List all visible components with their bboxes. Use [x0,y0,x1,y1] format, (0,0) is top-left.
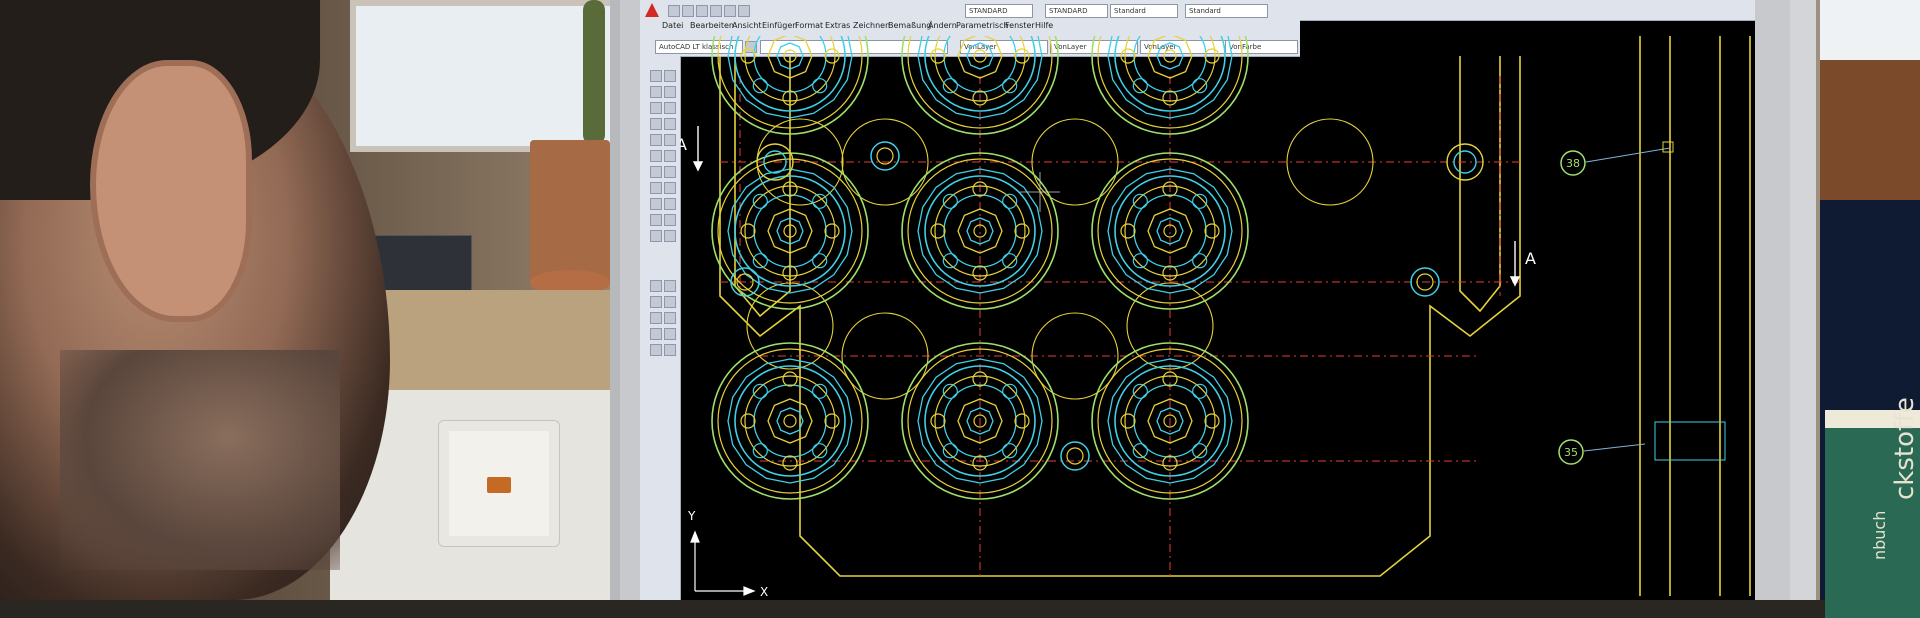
dim-diameter-icon[interactable] [650,328,662,340]
polyline-tool-icon[interactable] [650,86,662,98]
dim-linear-icon[interactable] [650,280,662,292]
explode-tool-icon[interactable] [664,312,676,324]
guide-pin-1 [870,141,900,171]
cad-drawing[interactable]: A A 38 35 Y X [680,36,1755,600]
flower-pot [530,140,610,290]
menu-hilfe[interactable]: Hilfe [1035,21,1053,30]
wooden-shelf [1820,60,1920,210]
open-file-icon[interactable] [682,5,694,17]
polygon-tool-icon[interactable] [650,102,662,114]
cavity-5 [901,152,1059,310]
section-label-right: A [1525,249,1536,268]
menu-fenster[interactable]: Fenster [1005,21,1035,30]
table-style-combo[interactable]: Standard [1110,4,1178,18]
ucs-y-label: Y [687,509,696,523]
offset-tool-icon[interactable] [664,118,676,130]
menu-bearbeiten[interactable]: Bearbeiten [690,21,734,30]
guide-pin-2 [1060,441,1090,471]
scale-tool-icon[interactable] [664,182,676,194]
move-tool-icon[interactable] [664,150,676,162]
plot-icon[interactable] [738,5,750,17]
ucs-icon [690,530,756,596]
copy-tool-icon[interactable] [664,86,676,98]
mtext-tool-icon[interactable] [650,230,662,242]
circle-tool-icon[interactable] [650,150,662,162]
break-tool-icon[interactable] [664,328,676,340]
dim-radius-icon[interactable] [650,312,662,324]
book-spine-title: ckstoffe [1890,397,1920,500]
stretch-tool-icon[interactable] [664,198,676,210]
line-tool-icon[interactable] [650,70,662,82]
dim-style-combo[interactable]: STANDARD [1045,4,1108,18]
erase-tool-icon[interactable] [664,70,676,82]
save-icon[interactable] [696,5,708,17]
menu-extras[interactable]: Extras [825,21,850,30]
new-file-icon[interactable] [668,5,680,17]
balloon-38-label: 38 [1566,157,1580,170]
extend-tool-icon[interactable] [664,230,676,242]
mirror-tool-icon[interactable] [664,102,676,114]
ellipse-tool-icon[interactable] [650,182,662,194]
switch-indicator [487,477,511,493]
cavity-6 [1091,152,1249,310]
menu-einfuegen[interactable]: Einfügen [762,21,797,30]
hatch-tool-icon[interactable] [650,214,662,226]
menu-zeichnen[interactable]: Zeichnen [853,21,890,30]
section-label-left: A [680,135,687,154]
menu-bemassung[interactable]: Bemaßung [888,21,931,30]
array-tool-icon[interactable] [664,134,676,146]
join-tool-icon[interactable] [664,344,676,356]
text-style-combo[interactable]: STANDARD [965,4,1033,18]
menu-datei[interactable]: Datei [662,21,683,30]
undo-icon[interactable] [710,5,722,17]
insert-block-icon[interactable] [650,198,662,210]
spline-tool-icon[interactable] [650,166,662,178]
trim-tool-icon[interactable] [664,214,676,226]
cavity-7 [711,342,869,500]
ucs-x-label: X [760,585,768,599]
rotate-tool-icon[interactable] [664,166,676,178]
rectangle-tool-icon[interactable] [650,118,662,130]
arc-tool-icon[interactable] [650,134,662,146]
dim-aligned-icon[interactable] [650,296,662,308]
dim-angular-icon[interactable] [650,344,662,356]
chamfer-tool-icon[interactable] [664,296,676,308]
book-spine-subtitle: nbuch [1870,510,1889,560]
multileader-style-combo[interactable]: Standard [1185,4,1268,18]
window [350,0,622,152]
person-beard [60,350,340,570]
cactus [583,0,605,145]
menu-parametrisch[interactable]: Parametrisch [956,21,1009,30]
fillet-tool-icon[interactable] [664,280,676,292]
window-right [1820,0,1920,60]
menu-ansicht[interactable]: Ansicht [732,21,762,30]
menu-aendern[interactable]: Ändern [928,21,957,30]
redo-icon[interactable] [724,5,736,17]
balloon-35-label: 35 [1564,446,1578,459]
menu-format[interactable]: Format [795,21,823,30]
